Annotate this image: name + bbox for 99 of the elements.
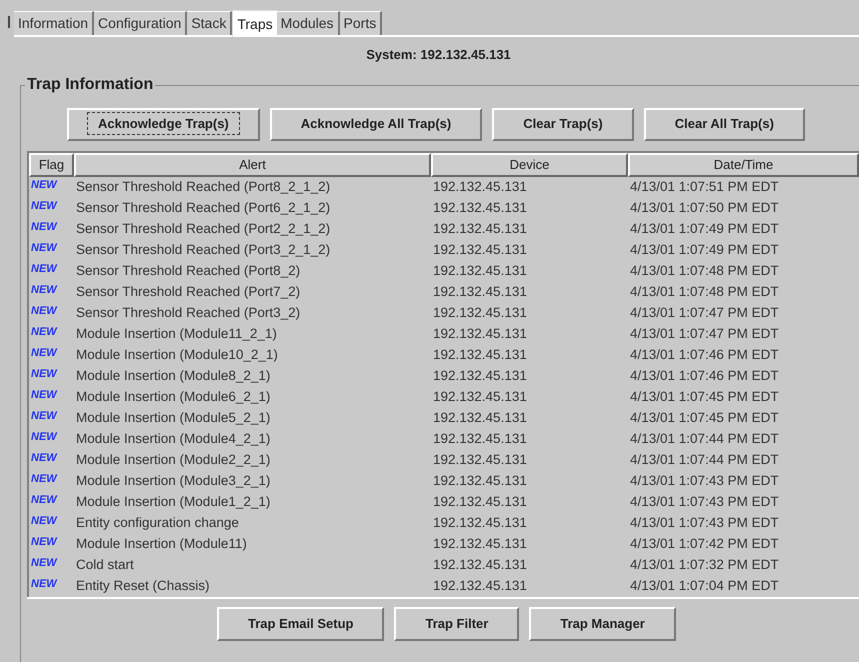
column-header[interactable]: Alert (74, 152, 431, 176)
device-cell-text: 192.132.45.131 (432, 450, 528, 469)
datetime-cell-text: 4/13/01 1:07:46 PM EDT (629, 366, 780, 385)
new-label: NEW (31, 263, 57, 275)
action-button[interactable]: Clear Trap(s) (492, 108, 634, 140)
new-label: NEW (31, 578, 57, 590)
device-cell-text: 192.132.45.131 (432, 576, 528, 595)
tab[interactable]: Modules (276, 11, 340, 35)
alert-cell-text: Module Insertion (Module1_2_1) (75, 492, 272, 511)
new-label: NEW (31, 326, 57, 338)
tab[interactable]: Configuration (94, 11, 188, 35)
new-label: NEW (31, 347, 57, 359)
datetime-cell-text: 4/13/01 1:07:48 PM EDT (629, 282, 780, 301)
device-cell-text: 192.132.45.131 (432, 408, 528, 427)
datetime-cell-text: 4/13/01 1:07:44 PM EDT (629, 450, 780, 469)
alert-cell-text: Module Insertion (Module6_2_1) (75, 388, 272, 406)
column-header[interactable]: Date/Time (628, 152, 859, 176)
datetime-cell-text: 4/13/01 1:07:42 PM EDT (629, 534, 780, 553)
device-cell-text: 192.132.45.131 (432, 430, 528, 448)
datetime-cell-text: 4/13/01 1:07:46 PM EDT (629, 346, 780, 364)
tab[interactable]: Stack (187, 11, 232, 35)
alert-cell-text: Module Insertion (Module4_2_1) (75, 430, 272, 448)
alert-cell-text: Sensor Threshold Reached (Port8_2) (75, 262, 302, 280)
device-cell-text: 192.132.45.131 (432, 388, 528, 406)
new-label: NEW (31, 536, 57, 548)
action-button[interactable]: Acknowledge Trap(s) (67, 108, 260, 140)
new-label: NEW (31, 200, 57, 212)
datetime-cell-text: 4/13/01 1:07:04 PM EDT (629, 576, 780, 595)
action-button[interactable]: Trap Email Setup (217, 606, 384, 640)
device-cell-text: 192.132.45.131 (432, 262, 528, 280)
alert-cell-text: Sensor Threshold Reached (Port8_2_1_2) (75, 178, 332, 196)
alert-cell-text: Cold start (75, 556, 135, 574)
new-label: NEW (31, 410, 57, 422)
new-label: NEW (31, 557, 57, 569)
datetime-cell-text: 4/13/01 1:07:43 PM EDT (629, 472, 780, 490)
new-label: NEW (31, 473, 57, 485)
device-cell-text: 192.132.45.131 (432, 304, 528, 322)
datetime-cell-text: 4/13/01 1:07:45 PM EDT (629, 388, 780, 406)
datetime-cell-text: 4/13/01 1:07:43 PM EDT (629, 492, 780, 511)
datetime-cell-text: 4/13/01 1:07:49 PM EDT (629, 240, 780, 259)
column-header[interactable]: Device (431, 152, 628, 176)
alert-cell-text: Module Insertion (Module11_2_1) (75, 324, 278, 343)
datetime-cell-text: 4/13/01 1:07:43 PM EDT (629, 514, 780, 532)
new-label: NEW (31, 515, 57, 527)
device-cell-text: 192.132.45.131 (432, 366, 528, 385)
new-label: NEW (31, 452, 57, 464)
datetime-cell-text: 4/13/01 1:07:51 PM EDT (629, 178, 780, 196)
alert-cell-text: Sensor Threshold Reached (Port7_2) (75, 282, 302, 301)
new-label: NEW (31, 368, 57, 380)
alert-cell-text: Sensor Threshold Reached (Port2_2_1_2) (75, 220, 332, 238)
device-cell-text: 192.132.45.131 (432, 178, 528, 196)
alert-cell-text: Entity Reset (Chassis) (75, 576, 211, 595)
device-cell-text: 192.132.45.131 (432, 240, 528, 259)
tab[interactable]: Traps (232, 10, 277, 37)
device-cell-text: 192.132.45.131 (432, 492, 528, 511)
new-label: NEW (31, 431, 57, 443)
alert-cell-text: Module Insertion (Module3_2_1) (75, 472, 272, 490)
tab[interactable]: Ports (340, 11, 382, 35)
alert-cell-text: Entity configuration change (75, 514, 240, 532)
action-button[interactable]: Clear All Trap(s) (644, 108, 805, 140)
device-cell-text: 192.132.45.131 (432, 514, 528, 532)
action-button[interactable]: Acknowledge All Trap(s) (270, 108, 482, 140)
new-label: NEW (31, 179, 57, 191)
new-label: NEW (31, 494, 57, 506)
new-label: NEW (31, 389, 57, 401)
alert-cell-text: Module Insertion (Module2_2_1) (75, 450, 272, 469)
group-title: Trap Information (25, 74, 156, 94)
action-button[interactable]: Trap Manager (529, 606, 676, 640)
action-button[interactable]: Trap Filter (394, 606, 520, 640)
new-label: NEW (31, 242, 57, 254)
datetime-cell-text: 4/13/01 1:07:49 PM EDT (629, 220, 780, 238)
new-label: NEW (31, 305, 57, 317)
device-cell-text: 192.132.45.131 (432, 282, 528, 301)
alert-cell-text: Sensor Threshold Reached (Port3_2_1_2) (75, 240, 332, 259)
datetime-cell-text: 4/13/01 1:07:47 PM EDT (629, 324, 780, 343)
datetime-cell-text: 4/13/01 1:07:50 PM EDT (629, 198, 780, 217)
datetime-cell-text: 4/13/01 1:07:48 PM EDT (629, 262, 780, 280)
device-cell-text: 192.132.45.131 (432, 198, 528, 217)
column-header[interactable]: Flag (29, 152, 74, 176)
datetime-cell-text: 4/13/01 1:07:32 PM EDT (629, 556, 780, 574)
alert-cell-text: Sensor Threshold Reached (Port3_2) (75, 304, 302, 322)
device-cell-text: 192.132.45.131 (432, 556, 528, 574)
system-label: System: 192.132.45.131 (365, 46, 511, 64)
datetime-cell-text: 4/13/01 1:07:45 PM EDT (629, 408, 780, 427)
device-cell-text: 192.132.45.131 (432, 534, 528, 553)
alert-cell-text: Module Insertion (Module8_2_1) (75, 366, 272, 385)
device-cell-text: 192.132.45.131 (432, 220, 528, 238)
tab[interactable]: Information (14, 11, 94, 35)
new-label: NEW (31, 284, 57, 296)
alert-cell-text: Sensor Threshold Reached (Port6_2_1_2) (75, 198, 332, 217)
alert-cell-text: Module Insertion (Module5_2_1) (75, 408, 272, 427)
device-cell-text: 192.132.45.131 (432, 346, 528, 364)
alert-cell-text: Module Insertion (Module10_2_1) (75, 346, 279, 364)
alert-cell-text: Module Insertion (Module11) (75, 534, 248, 553)
datetime-cell-text: 4/13/01 1:07:47 PM EDT (629, 304, 780, 322)
new-label: NEW (31, 221, 57, 233)
device-cell-text: 192.132.45.131 (432, 472, 528, 490)
datetime-cell-text: 4/13/01 1:07:44 PM EDT (629, 430, 780, 448)
device-cell-text: 192.132.45.131 (432, 324, 528, 343)
